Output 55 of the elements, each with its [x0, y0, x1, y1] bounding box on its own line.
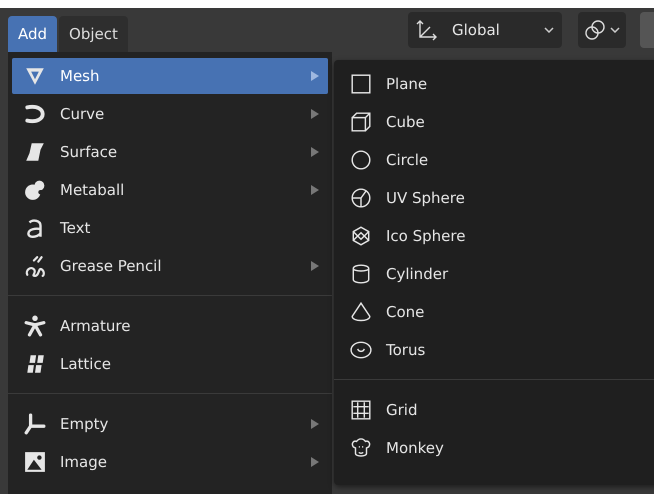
menu-item[interactable]: Ico Sphere	[338, 218, 654, 254]
menu-item-label: Text	[60, 219, 92, 237]
menu-item[interactable]: Empty	[12, 406, 328, 442]
circle-icon	[350, 149, 372, 171]
square-icon	[350, 73, 372, 95]
menu-item[interactable]: Cylinder	[338, 256, 654, 292]
menu-item-label: Empty	[60, 415, 110, 433]
menu-item[interactable]: Text	[12, 210, 328, 246]
cube-icon	[350, 111, 372, 133]
menu-tab[interactable]: Add	[8, 16, 58, 52]
menu-item[interactable]: Monkey	[338, 430, 654, 466]
menu-item[interactable]: Grease Pencil	[12, 248, 328, 284]
chevron-icon	[610, 27, 620, 33]
menu-item[interactable]: Torus	[338, 332, 654, 368]
icosphere-icon	[350, 225, 372, 247]
menu-item[interactable]: Cone	[338, 294, 654, 330]
squiggle-icon	[24, 255, 46, 277]
menu-tab[interactable]: Object	[59, 16, 128, 52]
grid-icon	[350, 399, 372, 421]
torus-icon	[350, 339, 372, 361]
cylinder-icon	[350, 263, 372, 285]
cone-icon	[350, 301, 372, 323]
image-icon	[24, 451, 46, 473]
sphere-icon	[350, 187, 372, 209]
menu-item[interactable]: Image	[12, 444, 328, 480]
blob-icon	[24, 179, 46, 201]
menu-item-label: Grease Pencil	[60, 257, 163, 275]
axes-icon	[416, 19, 438, 41]
menu-item-label: Surface	[60, 143, 118, 161]
orientation-dropdown[interactable]: Global	[408, 12, 562, 48]
menu-item[interactable]: Plane	[338, 66, 654, 102]
monkey-icon	[350, 437, 372, 459]
menu-item[interactable]: Circle	[338, 142, 654, 178]
menu-item[interactable]: Surface	[12, 134, 328, 170]
snap-dropdown[interactable]	[578, 12, 626, 48]
menu-item[interactable]: Curve	[12, 96, 328, 132]
menu-item[interactable]: Mesh	[12, 58, 328, 94]
stick-figure-icon	[24, 315, 46, 337]
menu-item[interactable]: Lattice	[12, 346, 328, 382]
axes-icon	[24, 413, 46, 435]
menu-item-label: Curve	[60, 105, 106, 123]
menu-item[interactable]: UV Sphere	[338, 180, 654, 216]
link-icon	[584, 19, 606, 41]
menu-item[interactable]: Armature	[12, 308, 328, 344]
chevron-icon	[544, 27, 554, 33]
menu-item[interactable]: Metaball	[12, 172, 328, 208]
menu-item[interactable]: Grid	[338, 392, 654, 428]
menu-item[interactable]: Cube	[338, 104, 654, 140]
menu-item-label: Image	[60, 453, 108, 471]
menu-item-label: Lattice	[60, 355, 112, 373]
surface-icon	[24, 141, 46, 163]
menu-item-label: Armature	[60, 317, 132, 335]
curve-icon	[24, 103, 46, 125]
menu-item-label: Metaball	[60, 181, 126, 199]
menu-item-label: Mesh	[60, 67, 100, 85]
